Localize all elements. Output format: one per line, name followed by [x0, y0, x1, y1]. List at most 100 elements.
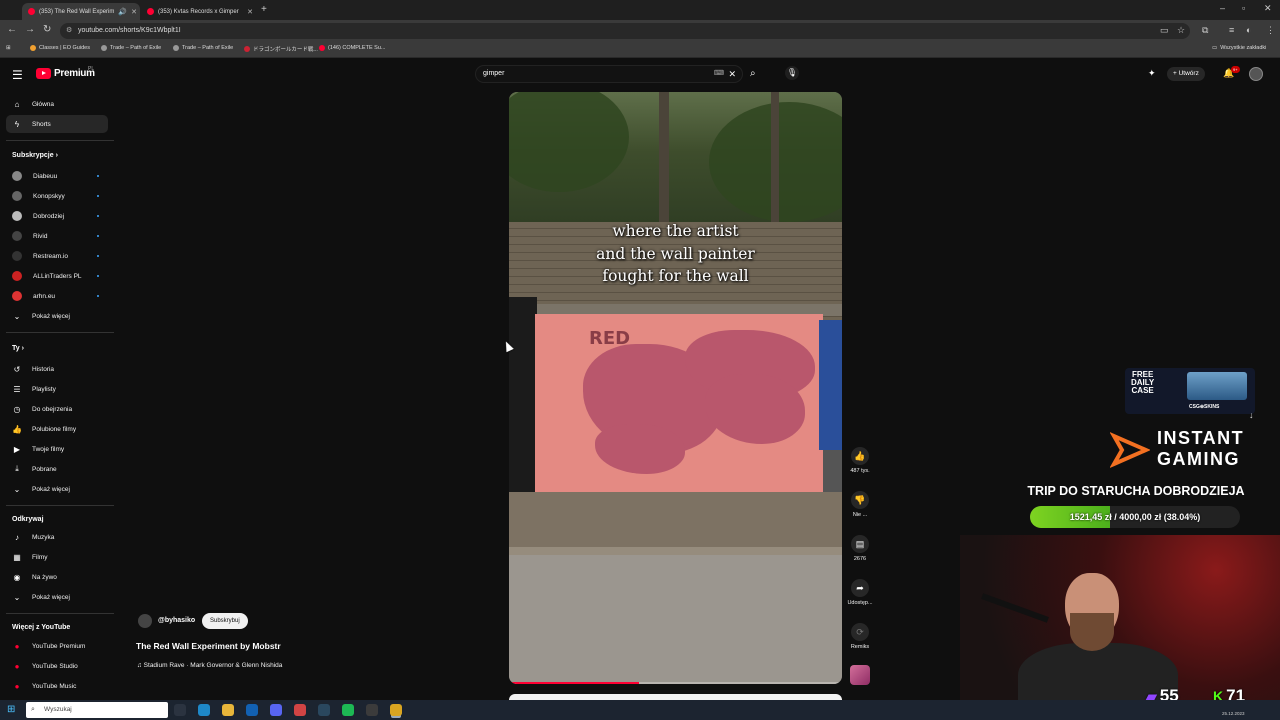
bookmark-item[interactable]: Trade – Path of Exile [173, 45, 233, 51]
all-bookmarks[interactable]: ▭ Wszystkie zakładki [1212, 45, 1266, 51]
taskbar-app-explorer-icon[interactable] [222, 704, 234, 716]
video-title[interactable]: The Red Wall Experiment by Mobstr [136, 641, 281, 651]
sidebar-item-live[interactable]: ◉ Na żywo [6, 568, 108, 586]
bookmark-item[interactable]: (146) COMPLETE Su... [319, 45, 385, 51]
sidebar-item-movies[interactable]: ▦ Filmy [6, 548, 108, 566]
sidebar-item-home[interactable]: ⌂ Główna [6, 95, 108, 113]
taskbar-app-edge-icon[interactable] [198, 704, 210, 716]
address-bar[interactable]: ⚙ youtube.com/shorts/K9c1Wbplt1I [60, 23, 1190, 39]
new-tab-icon[interactable]: + [261, 4, 267, 15]
sidebar-item-watch-later[interactable]: ◷ Do obejrzenia [6, 400, 108, 418]
sidebar-item-shorts[interactable]: ϟ Shorts [6, 115, 108, 133]
maximize-icon[interactable]: ▫ [1242, 3, 1245, 13]
short-video-player[interactable]: RED where the artist and the wall painte… [509, 92, 842, 684]
back-icon[interactable]: ← [7, 24, 17, 35]
channel-avatar [12, 291, 22, 301]
sidebar-item-subscription[interactable]: arhn.eu [6, 287, 108, 305]
install-app-icon[interactable]: ▭ [1160, 25, 1169, 36]
taskbar-app-steam-icon[interactable] [318, 704, 330, 716]
channel-name[interactable]: @byhasiko [158, 617, 195, 624]
bookmark-star-icon[interactable]: ☆ [1177, 25, 1185, 36]
microphone-icon[interactable]: 🎙 [785, 66, 799, 80]
taskbar-app-chrome-icon[interactable] [390, 704, 402, 716]
sidebar-item-subscription[interactable]: Restream.io [6, 247, 108, 265]
movies-icon: ▦ [13, 552, 21, 562]
sidebar-item-subscription[interactable]: Dobrodziej [6, 207, 108, 225]
you-heading[interactable]: Ty › [12, 345, 24, 352]
remix-button[interactable]: ⟳ Remiks [844, 623, 876, 650]
music-track-link[interactable]: ♫ Stadium Rave · Mark Governor & Glenn N… [137, 662, 282, 669]
profile-icon[interactable]: ◐ [1246, 25, 1251, 35]
taskbar-app-outlook-icon[interactable] [246, 704, 258, 716]
create-label: Utwórz [1178, 70, 1199, 77]
sidebar-item-youtube-premium[interactable]: ● YouTube Premium [6, 637, 108, 655]
keyboard-icon[interactable]: ⌨ [714, 66, 724, 82]
sound-thumbnail[interactable] [850, 665, 870, 685]
sidebar-item-subscription[interactable]: Konopskyy [6, 187, 108, 205]
bookmark-item[interactable]: ドラゴンボールカード戦... [244, 45, 318, 53]
subscribe-button[interactable]: Subskrybuj [202, 613, 248, 629]
clear-search-icon[interactable]: ✕ [728, 66, 736, 82]
apps-icon[interactable]: ⊞ [6, 45, 11, 51]
subscriptions-heading[interactable]: Subskrypcje › [12, 152, 58, 159]
sidebar-show-more-you[interactable]: ⌄ Pokaż więcej [6, 480, 108, 498]
side-panel-icon[interactable]: ≡ [1229, 25, 1234, 35]
youtube-premium-logo[interactable]: Premium PL [36, 66, 95, 79]
extensions-icon[interactable]: ⧉ [1202, 25, 1208, 36]
close-tab-icon[interactable]: ✕ [247, 8, 253, 16]
sidebar-item-history[interactable]: ↺ Historia [6, 360, 108, 378]
sidebar-item-youtube-studio[interactable]: ● YouTube Studio [6, 657, 108, 675]
tab-kvtas[interactable]: (353) Kvtas Records x Gimper ✕ [141, 3, 259, 20]
sidebar-item-subscription[interactable]: Diabeuu [6, 167, 108, 185]
bookmark-item[interactable]: Trade – Path of Exile [101, 45, 161, 51]
minimize-icon[interactable]: – [1220, 3, 1225, 13]
taskbar-app-task-view-icon[interactable] [174, 704, 186, 716]
sidebar-show-more-explore[interactable]: ⌄ Pokaż więcej [6, 588, 108, 606]
taskbar-app-spotify-icon[interactable] [342, 704, 354, 716]
search-icon[interactable]: ⌕ [750, 68, 756, 79]
sidebar-item-playlists[interactable]: ☰ Playlisty [6, 380, 108, 398]
sidebar-item-label: Playlisty [32, 385, 56, 393]
reload-icon[interactable]: ↻ [43, 24, 51, 35]
sidebar-item-your-videos[interactable]: ▶ Twoje filmy [6, 440, 108, 458]
bookmark-item[interactable]: Classes | EO Guides [30, 45, 90, 51]
hamburger-menu-icon[interactable]: ☰ [12, 68, 23, 82]
sidebar-divider [6, 332, 114, 333]
sidebar-item-downloads[interactable]: ⤓ Pobrane [6, 460, 108, 478]
windows-start-icon[interactable]: ⊞ [7, 704, 15, 715]
create-button[interactable]: + Utwórz [1167, 67, 1205, 81]
speaker-icon[interactable]: 🔊 [118, 8, 127, 16]
channel-avatar[interactable] [138, 614, 152, 628]
taskbar-search-input[interactable]: ⌕ Wyszukaj [26, 702, 168, 718]
forward-icon[interactable]: → [25, 24, 35, 35]
tab-red-wall[interactable]: (353) The Red Wall Experim 🔊 ✕ [22, 3, 140, 20]
sidebar-item-subscription[interactable]: ALLinTraders PL [6, 267, 108, 285]
close-tab-icon[interactable]: ✕ [131, 8, 137, 16]
comments-button[interactable]: ▤ 2676 [844, 535, 876, 562]
chevron-down-icon: ⌄ [13, 311, 21, 321]
sidebar-item-subscription[interactable]: Rivid [6, 227, 108, 245]
sidebar-item-liked-videos[interactable]: 👍 Polubione filmy [6, 420, 108, 438]
taskbar-app-discord-icon[interactable] [270, 704, 282, 716]
csgoskins-overlay: FREE DAILY CASE CSG⊕SKINS [1125, 368, 1255, 414]
sidebar-item-youtube-music[interactable]: ● YouTube Music [6, 677, 108, 695]
like-button[interactable]: 👍 487 tys. [844, 447, 876, 474]
instant-gaming-wordmark: INSTANT GAMING [1157, 428, 1244, 470]
account-avatar[interactable] [1249, 67, 1263, 81]
heading-label: Ty [12, 345, 20, 352]
video-progress-bar[interactable] [509, 682, 842, 684]
dislike-button[interactable]: 👎 Nie ... [844, 491, 876, 518]
site-info-icon[interactable]: ⚙ [66, 23, 72, 39]
taskbar-app-calendar-icon[interactable] [294, 704, 306, 716]
search-value: gimper [483, 70, 505, 77]
sidebar-divider [6, 140, 114, 141]
taskbar-app-obs-icon[interactable] [366, 704, 378, 716]
all-bookmarks-label: Wszystkie zakładki [1220, 45, 1267, 51]
sidebar-item-music[interactable]: ♪ Muzyka [6, 528, 108, 546]
sidebar-show-more-subscriptions[interactable]: ⌄ Pokaż więcej [6, 307, 108, 325]
cast-icon[interactable]: ✦ [1148, 68, 1156, 79]
chrome-menu-icon[interactable]: ⋮ [1266, 25, 1275, 36]
close-window-icon[interactable]: ✕ [1264, 3, 1272, 14]
search-input[interactable]: gimper ⌨ ✕ [475, 65, 743, 83]
share-button[interactable]: ➦ Udostęp... [844, 579, 876, 606]
